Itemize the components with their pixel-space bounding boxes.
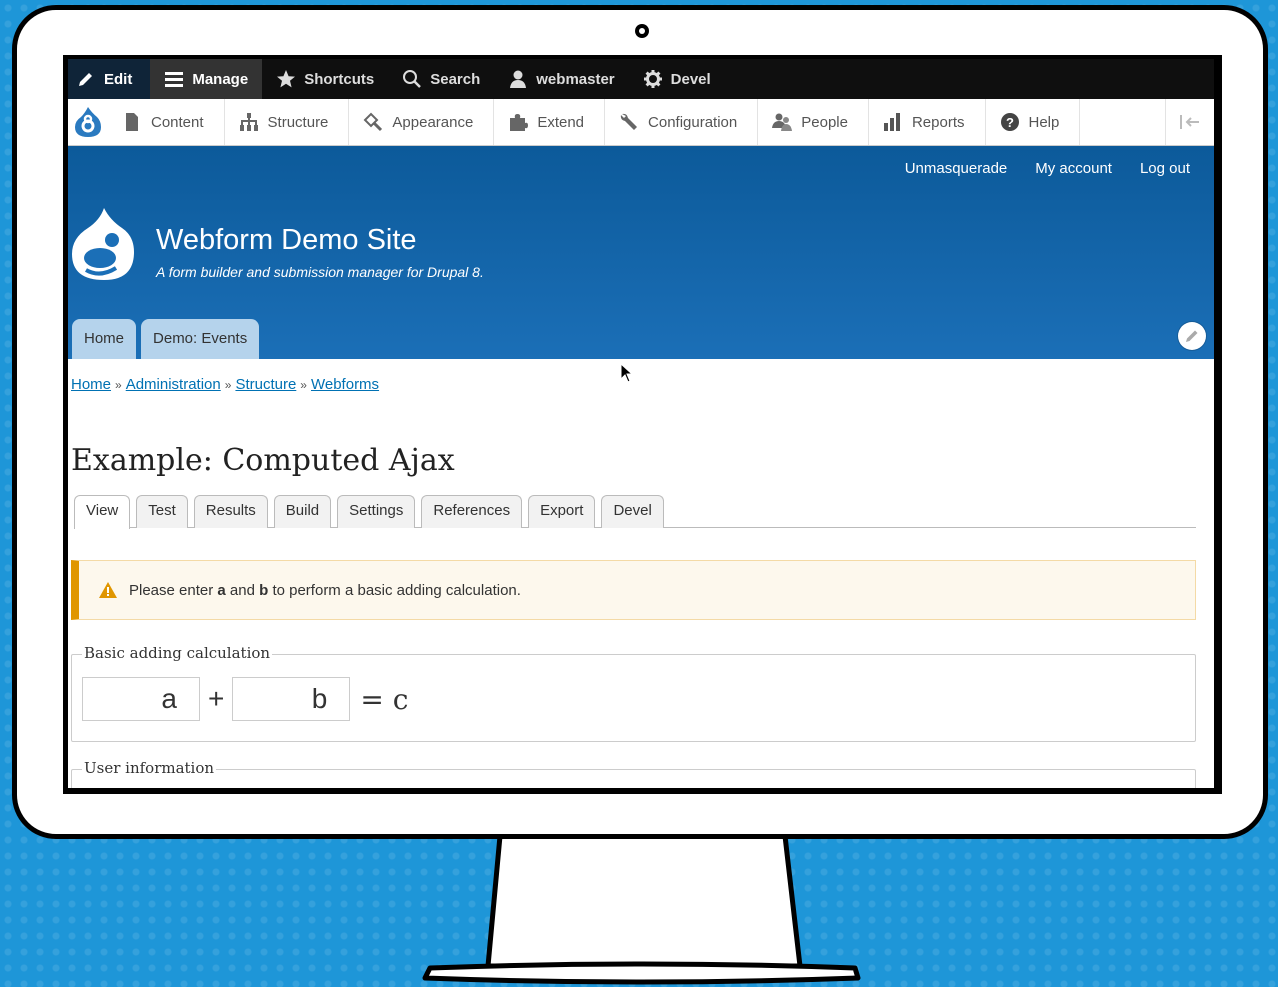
document-icon <box>126 113 138 131</box>
tray-configuration-label: Configuration <box>648 113 738 131</box>
user-icon <box>510 70 527 88</box>
puzzle-icon <box>510 114 529 131</box>
contextual-edit-button[interactable] <box>1178 322 1206 350</box>
calc-result: = c <box>360 682 409 716</box>
calc-fieldset: Basic adding calculation a + b = c <box>71 644 1196 742</box>
toolbar-devel[interactable]: Devel <box>629 59 725 99</box>
tray-reports-label: Reports <box>911 113 965 131</box>
tray-people[interactable]: People <box>758 99 869 145</box>
admin-toolbar: Edit Manage Shortcuts Search webmaster D… <box>68 59 1214 99</box>
hamburger-icon <box>165 72 184 87</box>
toolbar-edit-label: Edit <box>104 70 133 88</box>
link-unmasquerade[interactable]: Unmasquerade <box>905 160 1008 177</box>
main-menu-home[interactable]: Home <box>72 319 137 359</box>
secondary-menu: Unmasquerade My account Log out <box>905 160 1190 177</box>
monitor-screen: Edit Manage Shortcuts Search webmaster D… <box>63 55 1222 794</box>
toolbar-shortcuts-label: Shortcuts <box>304 70 375 88</box>
site-slogan: A form builder and submission manager fo… <box>156 264 484 280</box>
mouse-cursor-icon <box>620 363 634 383</box>
toolbar-shortcuts[interactable]: Shortcuts <box>262 59 388 99</box>
tray-extend[interactable]: Extend <box>494 99 606 145</box>
tray-structure-label: Structure <box>267 113 329 131</box>
tray-help-label: Help <box>1028 113 1060 131</box>
main-menu: Home Demo: Events <box>72 319 260 359</box>
main-menu-demo-events[interactable]: Demo: Events <box>141 319 260 359</box>
tab-view[interactable]: View <box>74 495 131 529</box>
tab-devel[interactable]: Devel <box>601 495 664 528</box>
page-title: Example: Computed Ajax <box>71 443 455 478</box>
paintbrush-icon <box>363 112 383 132</box>
sitemap-icon <box>239 113 258 131</box>
warning-text: Please enter a and b to perform a basic … <box>129 581 521 599</box>
svg-text:?: ? <box>1006 115 1014 130</box>
tray-content-label: Content <box>151 113 204 131</box>
toolbar-manage[interactable]: Manage <box>150 59 263 99</box>
toolbar-devel-label: Devel <box>670 70 711 88</box>
tray-help[interactable]: ? Help <box>986 99 1081 145</box>
gear-icon <box>643 70 662 88</box>
help-icon: ? <box>1000 113 1019 131</box>
pencil-icon <box>79 73 92 86</box>
tab-test[interactable]: Test <box>136 495 188 528</box>
tab-build[interactable]: Build <box>273 495 332 528</box>
site-name[interactable]: Webform Demo Site <box>156 224 417 257</box>
toolbar-manage-label: Manage <box>192 70 249 88</box>
wrench-icon <box>620 113 638 130</box>
tab-settings[interactable]: Settings <box>337 495 416 528</box>
breadcrumb-structure[interactable]: Structure <box>235 376 296 393</box>
plus-sign: + <box>208 683 225 714</box>
link-my-account[interactable]: My account <box>1035 160 1112 177</box>
site-header: Unmasquerade My account Log out Webform … <box>68 146 1214 359</box>
tab-export[interactable]: Export <box>528 495 596 528</box>
tray-content[interactable]: Content <box>108 99 225 145</box>
toolbar-user-label: webmaster <box>536 70 615 88</box>
tray-appearance-label: Appearance <box>392 113 474 131</box>
collapse-icon <box>1180 115 1199 129</box>
breadcrumb-separator: » <box>115 378 122 392</box>
manage-tray: Content Structure Appearance Extend Conf… <box>68 99 1214 146</box>
search-icon <box>403 70 422 88</box>
breadcrumb-separator: » <box>224 378 232 392</box>
browser-viewport: Edit Manage Shortcuts Search webmaster D… <box>68 59 1214 788</box>
tray-reports[interactable]: Reports <box>869 99 986 145</box>
link-log-out[interactable]: Log out <box>1140 160 1190 177</box>
star-icon <box>277 70 296 88</box>
breadcrumb: Home» Administration» Structure» Webforms <box>71 376 379 393</box>
tab-references[interactable]: References <box>421 495 523 528</box>
input-a[interactable]: a <box>82 677 200 721</box>
calc-fieldset-legend: Basic adding calculation <box>82 644 273 662</box>
tray-people-label: People <box>801 113 848 131</box>
bar-chart-icon <box>883 113 900 131</box>
tray-appearance[interactable]: Appearance <box>349 99 495 145</box>
tray-extend-label: Extend <box>537 113 585 131</box>
breadcrumb-webforms[interactable]: Webforms <box>311 376 379 393</box>
tray-structure[interactable]: Structure <box>225 99 350 145</box>
breadcrumb-home[interactable]: Home <box>71 376 111 393</box>
warning-icon <box>99 582 117 598</box>
input-b[interactable]: b <box>232 677 351 721</box>
pencil-icon <box>1186 330 1198 342</box>
tray-configuration[interactable]: Configuration <box>605 99 759 145</box>
people-icon <box>772 113 793 131</box>
breadcrumb-administration[interactable]: Administration <box>126 376 221 393</box>
toolbar-search[interactable]: Search <box>388 59 494 99</box>
drupal-logo-icon[interactable] <box>68 99 108 145</box>
calc-row: a + b = c <box>82 677 408 721</box>
site-logo-icon[interactable] <box>68 206 138 286</box>
local-tasks-tabs: View Test Results Build Settings Referen… <box>74 495 1196 529</box>
breadcrumb-separator: » <box>300 378 307 392</box>
warning-message: Please enter a and b to perform a basic … <box>71 560 1196 620</box>
tab-results[interactable]: Results <box>193 495 268 528</box>
user-info-fieldset: User information <box>71 759 1196 788</box>
toolbar-search-label: Search <box>430 70 481 88</box>
toolbar-user[interactable]: webmaster <box>494 59 628 99</box>
toolbar-edit[interactable]: Edit <box>68 59 151 99</box>
tray-orientation-toggle[interactable] <box>1165 99 1214 145</box>
user-info-legend: User information <box>82 759 217 777</box>
webcam-dot <box>635 24 649 38</box>
